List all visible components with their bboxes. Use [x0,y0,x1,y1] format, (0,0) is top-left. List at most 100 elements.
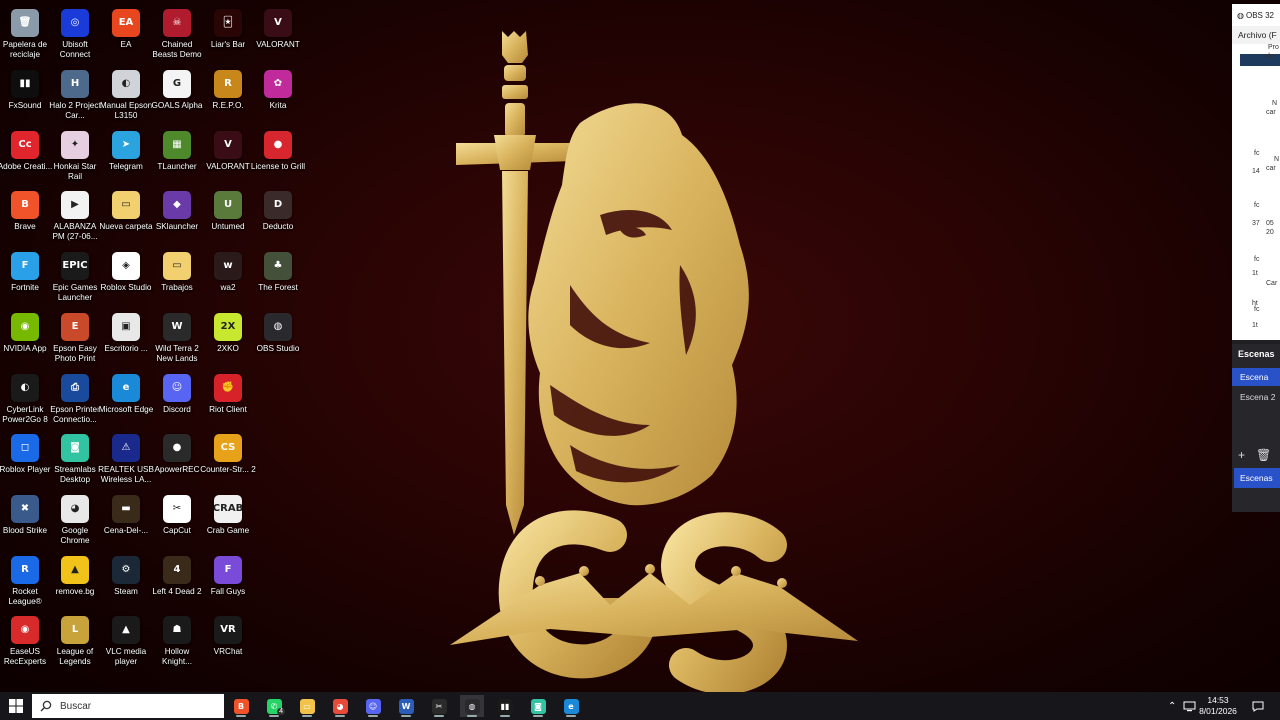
halo-icon: H [61,70,89,98]
search-icon [40,700,52,712]
desktop-icon[interactable]: EA EA [101,4,151,62]
desktop-icon[interactable]: ◉ NVIDIA App [0,308,50,366]
add-scene-button[interactable]: + [1238,448,1245,462]
trash-icon[interactable]: 🗑 [1256,448,1271,462]
desktop-icon[interactable]: ▦ TLauncher [152,126,202,184]
desktop-icon[interactable]: ✖ Blood Strike [0,490,50,548]
taskbar-capcut[interactable]: ✂ [427,695,451,717]
desktop-icon[interactable]: ▭ Nueva carpeta [99,186,153,244]
desktop-icon-label: Chained Beasts Demo [152,40,202,59]
obs-preview-text: car [1266,109,1276,116]
desktop-icon[interactable]: ◎ Ubisoft Connect [50,4,100,62]
desktop-icon[interactable]: G GOALS Alpha [152,65,202,123]
desktop-icon[interactable]: ● ApowerREC [152,429,202,487]
roblox-player-icon: ◻ [11,434,39,462]
desktop-icon[interactable]: ▬ Cena-Del-... [101,490,151,548]
desktop-icon[interactable]: 🃏 Liar's Bar [203,4,253,62]
desktop-icon[interactable]: ▲ remove.bg [50,551,100,609]
notifications-button[interactable] [1252,692,1264,720]
wa2-icon: w [214,252,242,280]
valorant-icon: V [264,9,292,37]
taskbar-streamlabs[interactable]: ◙ [526,695,550,717]
desktop-icon[interactable]: ◉ EaseUS RecExperts [0,611,50,669]
desktop-icon[interactable]: ◐ Manual Epson L3150 [100,65,152,123]
taskbar-obs[interactable]: ◍ [460,695,484,717]
desktop-icon[interactable]: D Deducto [253,186,303,244]
taskbar-edge[interactable]: e [559,695,583,717]
desktop-icon[interactable]: U Untumed [203,186,253,244]
obs-preview-toolbar [1240,54,1280,66]
taskbar-chrome[interactable]: ◕ [328,695,352,717]
desktop-icon-label: Escritorio ... [104,344,148,353]
desktop-icon[interactable]: CRAB Crab Game [203,490,253,548]
taskbar-file-explorer[interactable]: ▭ [295,695,319,717]
desktop-icon[interactable]: ◈ Roblox Studio [101,247,151,305]
desktop-icon[interactable]: ● License to Grill [251,126,305,184]
desktop-icon[interactable]: e Microsoft Edge [99,369,153,427]
desktop-icon[interactable]: F Fortnite [0,247,50,305]
desktop-icon[interactable]: ▮▮ FxSound [0,65,50,123]
desktop-icon[interactable]: ◻ Roblox Player [0,429,50,487]
desktop-icon[interactable]: EPIC Epic Games Launcher [50,247,100,305]
desktop-icon[interactable]: ⚙ Steam [101,551,151,609]
desktop-icon[interactable]: ▶ ALABANZA PM (27-06... [50,186,100,244]
folder-icon: ▭ [112,191,140,219]
desktop-icon[interactable]: w wa2 [203,247,253,305]
desktop-icon-label: REALTEK USB Wireless LA... [98,465,154,484]
desktop-icon[interactable]: VR VRChat [203,611,253,669]
desktop-icon[interactable]: ▣ Escritorio ... [101,308,151,366]
desktop-icon[interactable]: W Wild Terra 2 New Lands [152,308,202,366]
desktop-icon[interactable]: ◐ CyberLink Power2Go 8 [0,369,50,427]
desktop-icon[interactable]: 4 Left 4 Dead 2 [152,551,202,609]
desktop-icon[interactable]: ♣ The Forest [253,247,303,305]
taskbar-discord-canary[interactable]: ☺ [361,695,385,717]
desktop-icon[interactable]: H Halo 2 Project Car... [49,65,101,123]
taskbar-word[interactable]: W [394,695,418,717]
show-hidden-icons-button[interactable]: ⌃ [1168,692,1176,720]
desktop-icon[interactable]: CS Counter-Str... 2 [200,429,256,487]
desktop-icon[interactable]: B Brave [0,186,50,244]
desktop-icon[interactable]: ▲ VLC media player [101,611,151,669]
desktop-icon[interactable]: ✿ Krita [253,65,303,123]
desktop-icon[interactable]: R R.E.P.O. [203,65,253,123]
desktop-icon-label: Epic Games Launcher [52,283,98,302]
desktop-icon[interactable]: L League of Legends [50,611,100,669]
obs-tab-escenas[interactable]: Escenas [1234,468,1280,488]
desktop-icon[interactable]: ⚠ REALTEK USB Wireless LA... [98,429,154,487]
desktop-icon[interactable]: E Epson Easy Photo Print [50,308,100,366]
desktop-icon[interactable]: V VALORANT [203,126,253,184]
obs-scene-item[interactable]: Escena [1232,368,1280,386]
desktop-icon[interactable]: ◕ Google Chrome [50,490,100,548]
desktop-icon[interactable]: ◆ SKlauncher [152,186,202,244]
taskbar-search-box[interactable]: Buscar [32,694,224,718]
desktop-icon[interactable]: ✊ Riot Client [203,369,253,427]
desktop-icon[interactable]: ✦ Honkai Star Rail [50,126,100,184]
obs-preview[interactable]: Pro de Ncar Ncar fc 14 fc 37 05 20 fc 1t Car fc ht 1t [1232,44,1280,340]
desktop-icon[interactable]: ☗ Hollow Knight... [152,611,202,669]
desktop-icon[interactable]: 2X 2XKO [203,308,253,366]
desktop-icon[interactable]: ⎙ Epson Printer Connectio... [50,369,100,427]
start-button[interactable] [0,692,32,720]
license-grill-icon: ● [264,131,292,159]
desktop-icon[interactable]: ☠ Chained Beasts Demo [152,4,202,62]
obs-menu-archivo[interactable]: Archivo (F [1232,26,1280,44]
desktop-icon[interactable]: ▭ Trabajos [152,247,202,305]
obs-titlebar[interactable]: ◍ OBS 32 [1232,4,1280,26]
desktop-icon[interactable]: 🗑 Papelera de reciclaje [0,4,50,62]
desktop-icon[interactable]: ➤ Telegram [101,126,151,184]
adobe-cc-icon: Cc [11,131,39,159]
obs-window[interactable]: ◍ OBS 32 Archivo (F Pro de Ncar Ncar fc 14 fc 3… [1232,4,1280,512]
taskbar-fxsound[interactable]: ▮▮ [493,695,517,717]
desktop-icon[interactable]: ☺ Discord [152,369,202,427]
desktop-icon[interactable]: R Rocket League® [0,551,50,609]
desktop-icon[interactable]: ◙ Streamlabs Desktop [50,429,100,487]
desktop-icon[interactable]: F Fall Guys [203,551,253,609]
taskbar-clock[interactable]: 14:53 8/01/2026 [1194,695,1242,717]
obs-scene-item[interactable]: Escena 2 [1232,388,1280,406]
desktop-icon[interactable]: V VALORANT [253,4,303,62]
desktop-icon[interactable]: ✂ CapCut [152,490,202,548]
desktop-icon[interactable]: Cc Adobe Creati... [0,126,52,184]
taskbar-brave[interactable]: B [229,695,253,717]
taskbar-whatsapp[interactable]: ✆ 4 [262,695,286,717]
desktop-icon[interactable]: ◍ OBS Studio [253,308,303,366]
